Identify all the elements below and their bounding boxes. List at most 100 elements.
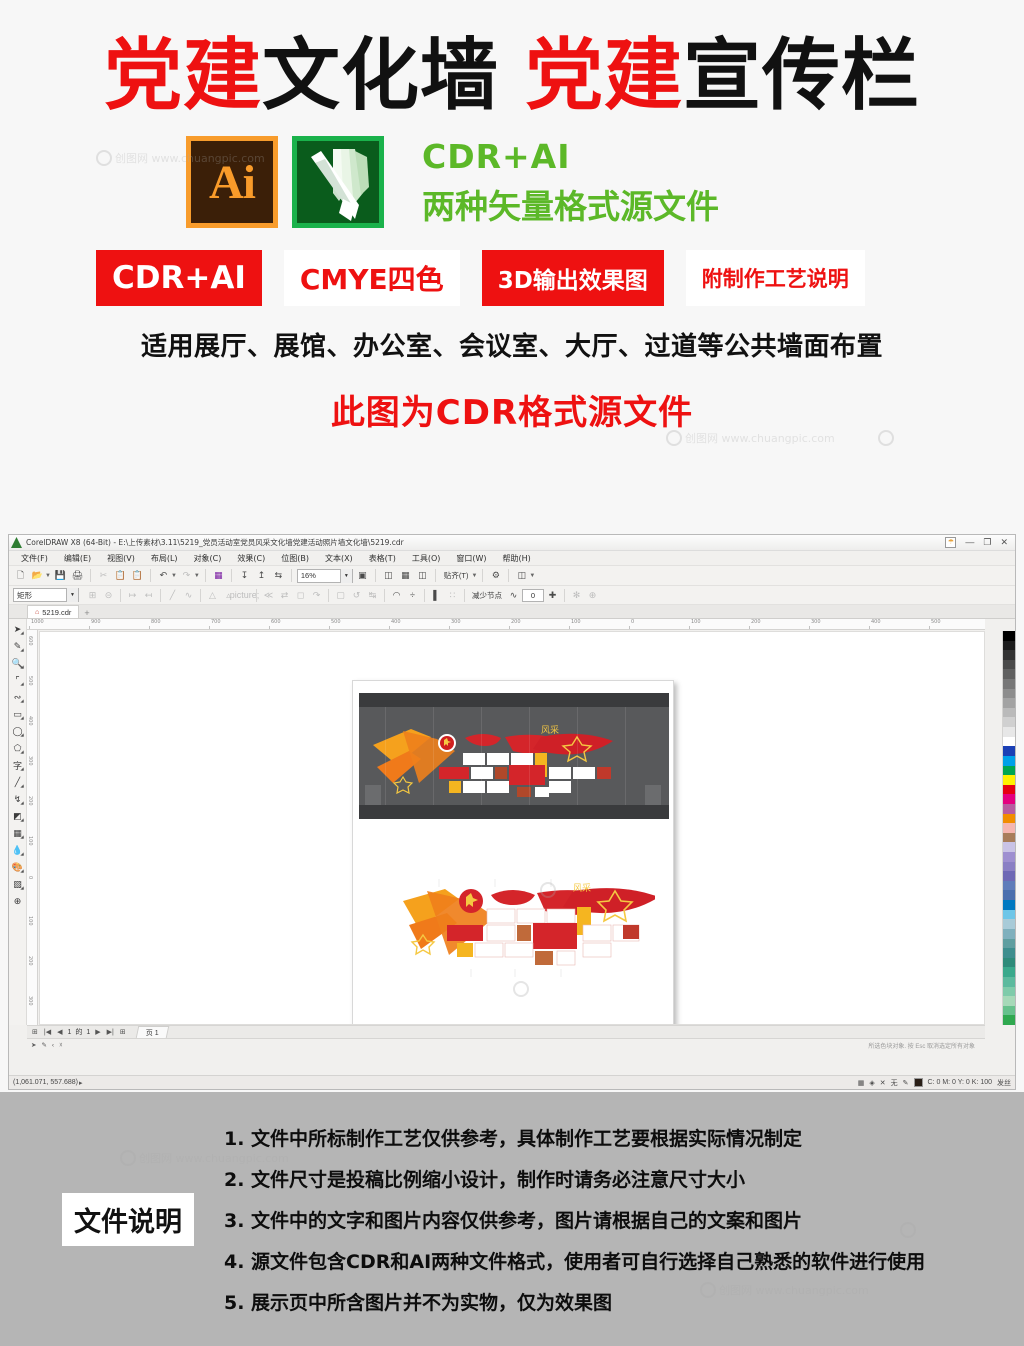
- user-account-icon[interactable]: ☂: [945, 537, 956, 548]
- publish-pdf-icon[interactable]: ⇆: [271, 568, 286, 583]
- menu-tools[interactable]: 工具(O): [404, 553, 449, 564]
- palette-swatch[interactable]: [1003, 708, 1015, 718]
- palette-swatch[interactable]: [1003, 698, 1015, 708]
- palette-swatch[interactable]: [1003, 919, 1015, 929]
- select-all-nodes-icon[interactable]: ∷: [445, 588, 460, 603]
- fill-icon[interactable]: ◈: [869, 1079, 874, 1087]
- close-curve-icon[interactable]: ◻: [293, 588, 308, 603]
- extend-curve-icon[interactable]: ⇄: [277, 588, 292, 603]
- palette-swatch[interactable]: [1003, 842, 1015, 852]
- next-page-button[interactable]: ▶: [94, 1028, 101, 1036]
- join-nodes-icon[interactable]: ↦: [125, 588, 140, 603]
- palette-swatch[interactable]: [1003, 977, 1015, 987]
- menu-object[interactable]: 对象(C): [186, 553, 230, 564]
- palette-swatch[interactable]: [1003, 746, 1015, 756]
- search-content-icon[interactable]: ▦: [211, 568, 226, 583]
- palette-swatch[interactable]: [1003, 679, 1015, 689]
- vertical-ruler[interactable]: 600 500 400 300 200 100 0 100 200 300: [27, 630, 38, 1025]
- menu-help[interactable]: 帮助(H): [495, 553, 539, 564]
- outline-pen-icon[interactable]: ✎: [903, 1079, 909, 1087]
- connector-tool-icon[interactable]: ↯: [10, 791, 26, 807]
- show-grid-icon[interactable]: ▦: [398, 568, 413, 583]
- print-icon[interactable]: 🖨: [70, 568, 85, 583]
- color-proof-icon[interactable]: ▦: [858, 1079, 865, 1087]
- transparency-tool-icon[interactable]: ▦: [10, 825, 26, 841]
- rectangle-tool-icon[interactable]: ▭: [10, 706, 26, 722]
- palette-swatch[interactable]: [1003, 996, 1015, 1006]
- copy-icon[interactable]: 📋: [113, 568, 128, 583]
- convert-to-line-icon[interactable]: ╱: [165, 588, 180, 603]
- reverse-direction-icon[interactable]: ≪: [261, 588, 276, 603]
- reduce-nodes-label[interactable]: 减少节点: [469, 590, 505, 601]
- menu-layout[interactable]: 布局(L): [143, 553, 186, 564]
- minimize-button[interactable]: —: [965, 538, 974, 547]
- palette-swatch[interactable]: [1003, 631, 1015, 641]
- zoom-level-input[interactable]: 16% ▼: [297, 569, 353, 583]
- prev-page-button[interactable]: ◀: [56, 1028, 63, 1036]
- crop-tool-icon[interactable]: ⌜: [10, 672, 26, 688]
- palette-swatch[interactable]: [1003, 660, 1015, 670]
- add-node-icon[interactable]: ⊞: [85, 588, 100, 603]
- spinner-icon[interactable]: ✚: [545, 588, 560, 603]
- menu-edit[interactable]: 编辑(E): [56, 553, 99, 564]
- palette-swatch[interactable]: [1003, 814, 1015, 824]
- add-tool-icon[interactable]: ⊕: [585, 588, 600, 603]
- reflect-vertical-icon[interactable]: ÷: [405, 588, 420, 603]
- palette-swatch[interactable]: [1003, 823, 1015, 833]
- dropshadow-tool-icon[interactable]: ◩: [10, 808, 26, 824]
- horizontal-ruler[interactable]: 1000 900 800 700 600 500 400 300 200 100…: [27, 619, 985, 630]
- shape-tool-icon[interactable]: ✎: [10, 638, 26, 654]
- show-guidelines-icon[interactable]: ◫: [415, 568, 430, 583]
- extract-subpath-icon[interactable]: ↷: [309, 588, 324, 603]
- palette-swatch[interactable]: [1003, 862, 1015, 872]
- outline-color-swatch[interactable]: [914, 1078, 923, 1087]
- palette-swatch[interactable]: [1003, 717, 1015, 727]
- zoom-tool-icon[interactable]: 🔍: [10, 655, 26, 671]
- palette-swatch[interactable]: [1003, 958, 1015, 968]
- palette-swatch[interactable]: [1003, 833, 1015, 843]
- launcher-chevron-down-icon[interactable]: ▼: [529, 573, 535, 579]
- reduce-nodes-value[interactable]: 0: [522, 589, 544, 602]
- palette-swatch[interactable]: [1003, 929, 1015, 939]
- palette-swatch[interactable]: [1003, 852, 1015, 862]
- redo-icon[interactable]: ↷: [179, 568, 194, 583]
- elastic-mode-icon[interactable]: ▌: [429, 588, 444, 603]
- stretch-nodes-icon[interactable]: ▢: [333, 588, 348, 603]
- redo-chevron-down-icon[interactable]: ▼: [194, 573, 200, 579]
- document-page[interactable]: 风采 展架: [352, 680, 674, 1025]
- save-icon[interactable]: 💾: [53, 568, 68, 583]
- freehand-tool-icon[interactable]: ∾: [10, 689, 26, 705]
- smart-fill-tool-icon[interactable]: ⊕: [10, 893, 26, 909]
- open-document-icon[interactable]: 📂: [30, 568, 45, 583]
- palette-swatch[interactable]: [1003, 948, 1015, 958]
- open-chevron-down-icon[interactable]: ▼: [45, 573, 51, 579]
- fill-tool-icon[interactable]: 🎨: [10, 859, 26, 875]
- menu-bitmaps[interactable]: 位图(B): [273, 553, 317, 564]
- palette-swatch[interactable]: [1003, 756, 1015, 766]
- palette-swatch[interactable]: [1003, 939, 1015, 949]
- zoom-chevron-down-icon[interactable]: ▼: [340, 569, 352, 583]
- palette-swatch[interactable]: [1003, 669, 1015, 679]
- palette-swatch[interactable]: [1003, 910, 1015, 920]
- eyedropper-tool-icon[interactable]: 💧: [10, 842, 26, 858]
- rotate-nodes-icon[interactable]: ↺: [349, 588, 364, 603]
- convert-to-curve-icon[interactable]: ∿: [181, 588, 196, 603]
- palette-swatch[interactable]: [1003, 650, 1015, 660]
- polygon-tool-icon[interactable]: ⬠: [10, 740, 26, 756]
- palette-swatch[interactable]: [1003, 689, 1015, 699]
- palette-swatch[interactable]: [1003, 900, 1015, 910]
- interactive-fill-tool-icon[interactable]: ▧: [10, 876, 26, 892]
- close-button[interactable]: ✕: [1000, 538, 1008, 547]
- app-launcher-icon[interactable]: ◫: [514, 568, 529, 583]
- palette-swatch[interactable]: [1003, 871, 1015, 881]
- restore-button[interactable]: ❐: [983, 538, 991, 547]
- palette-swatch[interactable]: [1003, 737, 1015, 747]
- fullscreen-preview-icon[interactable]: ▣: [355, 568, 370, 583]
- text-tool-icon[interactable]: 字: [10, 757, 26, 773]
- first-page-button[interactable]: |◀: [43, 1028, 52, 1036]
- menu-table[interactable]: 表格(T): [361, 553, 404, 564]
- dimension-tool-icon[interactable]: ╱: [10, 774, 26, 790]
- paste-icon[interactable]: 📋: [130, 568, 145, 583]
- symmetrical-node-icon[interactable]: picture;: [237, 588, 252, 603]
- pick-tool-icon[interactable]: ➤: [10, 621, 26, 637]
